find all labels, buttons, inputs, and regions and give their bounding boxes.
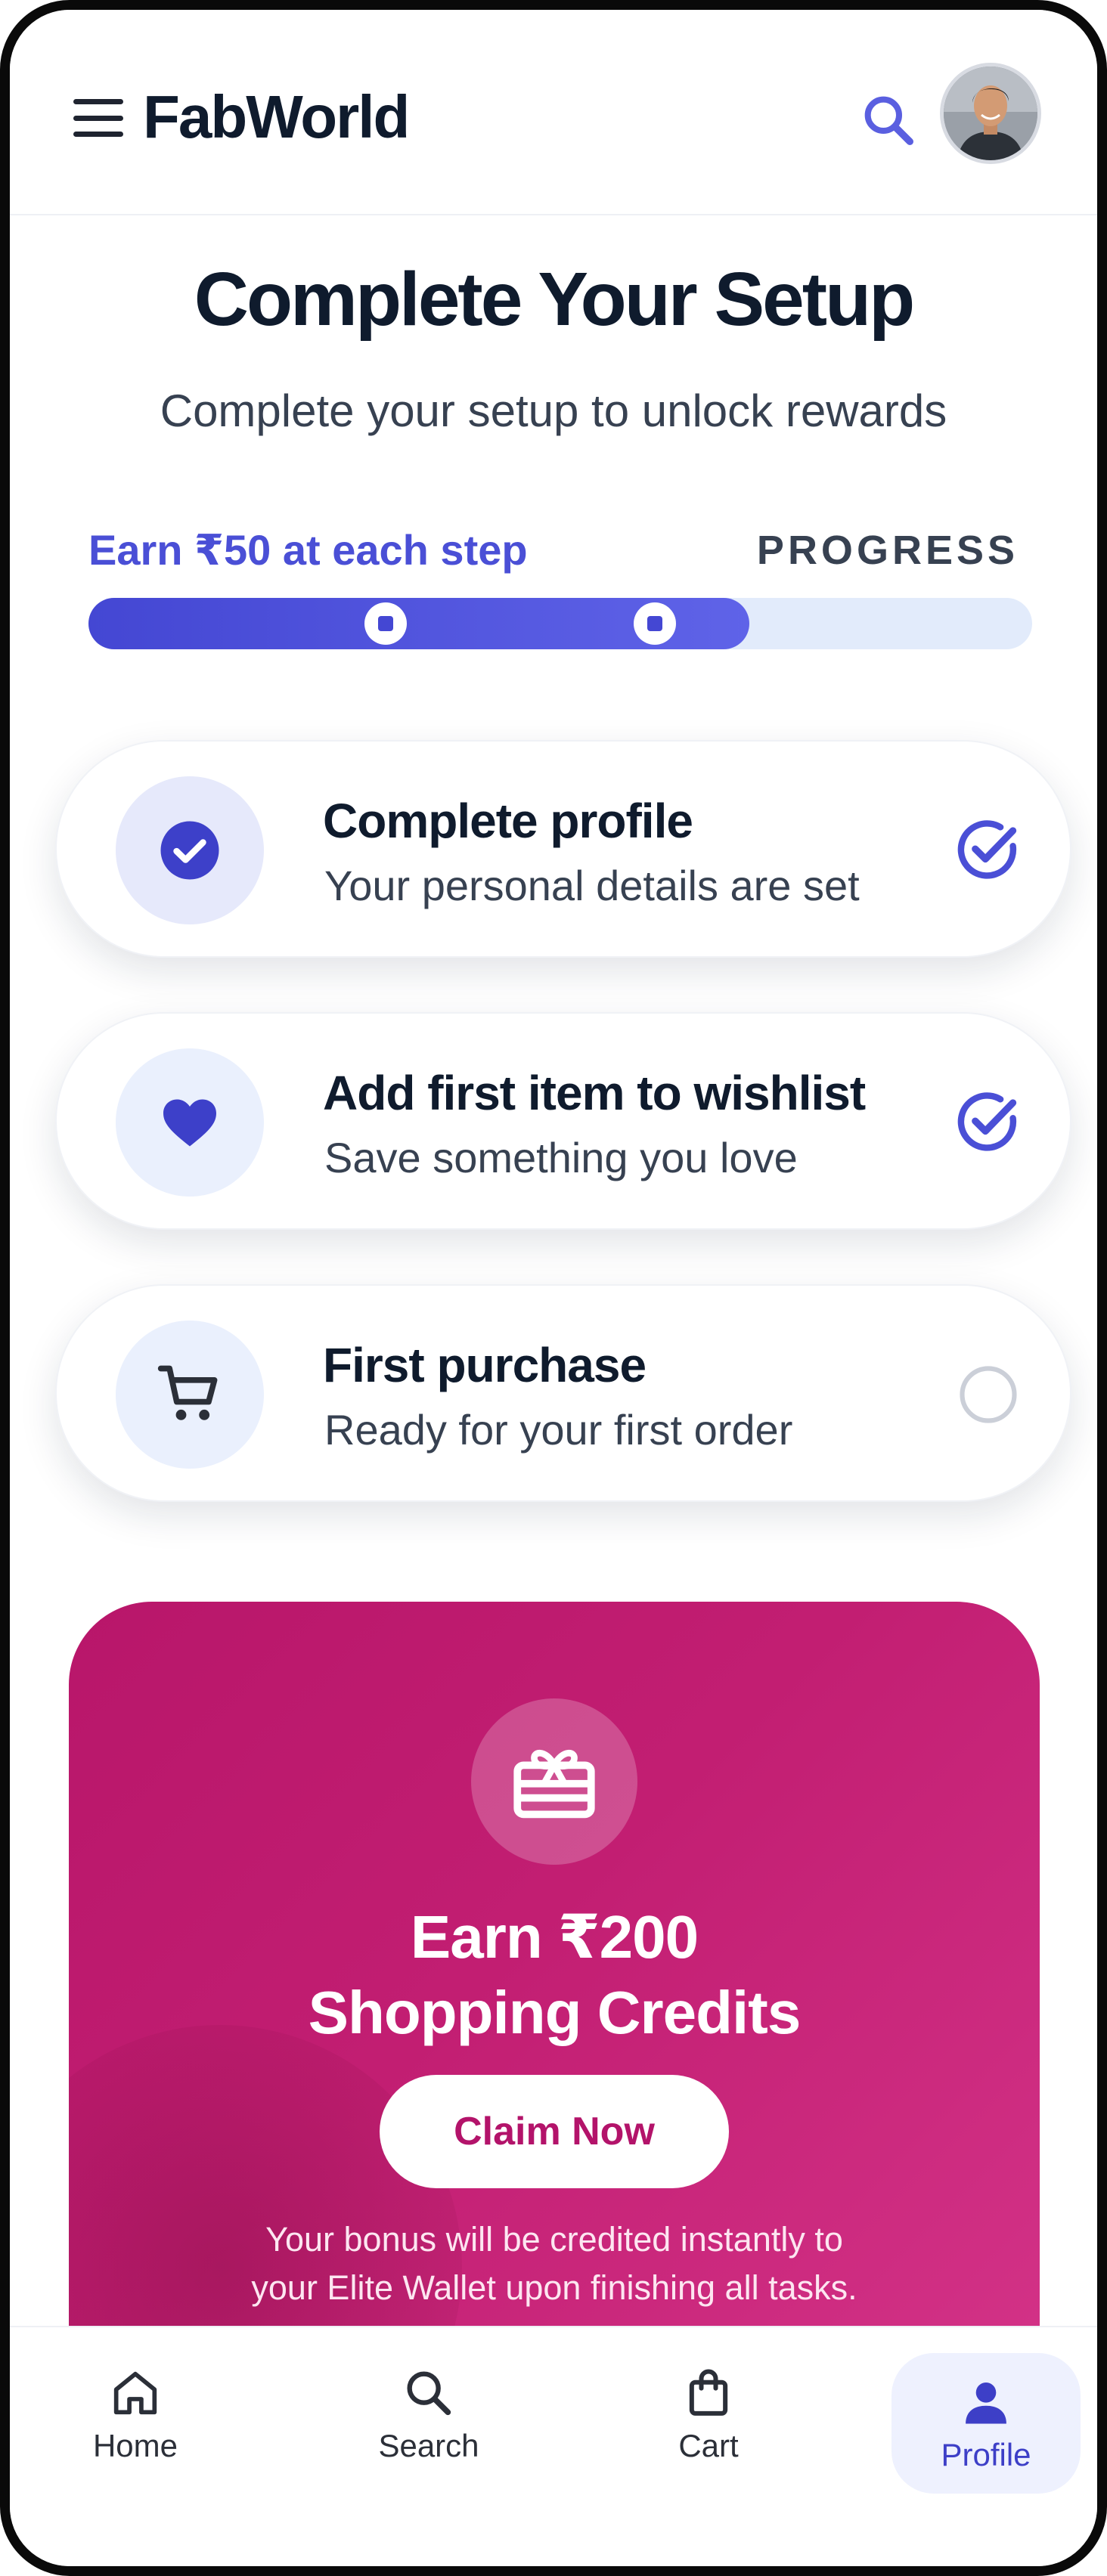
nav-profile[interactable]: Profile: [891, 2353, 1081, 2494]
page-title: Complete Your Setup: [194, 257, 916, 342]
top-app-bar: FabWorld: [10, 10, 1097, 215]
check-circle-icon: [116, 776, 264, 924]
task-card-first-purchase[interactable]: First purchase Ready for your first orde…: [55, 1284, 1071, 1502]
task-subtitle: Your personal details are set: [324, 862, 860, 909]
checked-circle-icon: [954, 1088, 1023, 1157]
nav-cart[interactable]: Cart: [625, 2327, 792, 2501]
task-card-complete-profile[interactable]: Complete profile Your personal details a…: [55, 740, 1071, 958]
nav-label: Profile: [941, 2437, 1031, 2472]
earn-per-step-label: Earn ₹50 at each step: [88, 526, 528, 574]
page-subtitle: Complete your setup to unlock rewards: [160, 385, 947, 436]
nav-home[interactable]: Home: [52, 2327, 219, 2501]
nav-label: Search: [378, 2428, 479, 2463]
progress-marker: [633, 602, 676, 645]
empty-circle-icon: [954, 1360, 1023, 1429]
cart-icon: [116, 1321, 264, 1469]
promo-title: Earn ₹200 Shopping Credits: [69, 1899, 1040, 2051]
brand-logo[interactable]: FabWorld: [143, 82, 410, 152]
task-title: Complete profile: [323, 794, 693, 848]
person-icon: [966, 2382, 1006, 2424]
menu-icon[interactable]: [73, 99, 123, 137]
progress-bar: [88, 598, 1032, 649]
promo-title-line: Shopping Credits: [308, 1979, 802, 2046]
search-icon[interactable]: [858, 90, 919, 150]
task-subtitle: Ready for your first order: [324, 1406, 793, 1454]
task-title: First purchase: [323, 1338, 647, 1392]
nav-label: Home: [92, 2428, 178, 2463]
promo-note-line: your Elite Wallet upon finishing all tas…: [251, 2268, 857, 2307]
user-avatar[interactable]: [940, 63, 1041, 164]
bottom-navigation: Home Search Cart Profile: [10, 2326, 1097, 2566]
task-title: Add first item to wishlist: [323, 1066, 866, 1120]
home-icon: [113, 2371, 157, 2415]
progress-label: PROGRESS: [756, 528, 1019, 573]
task-card-wishlist[interactable]: Add first item to wishlist Save somethin…: [55, 1012, 1071, 1230]
gift-card-icon: [471, 1698, 637, 1865]
shopping-bag-icon: [689, 2369, 728, 2416]
task-subtitle: Save something you love: [324, 1134, 798, 1181]
claim-now-button[interactable]: Claim Now: [380, 2075, 729, 2188]
promo-note: Your bonus will be credited instantly to…: [69, 2215, 1040, 2312]
progress-marker: [364, 602, 408, 645]
nav-search[interactable]: Search: [346, 2327, 512, 2501]
promo-title-line: Earn ₹200: [410, 1903, 699, 1971]
heart-icon: [116, 1048, 264, 1197]
checked-circle-icon: [954, 816, 1023, 885]
promo-note-line: Your bonus will be credited instantly to: [265, 2220, 843, 2259]
search-icon: [407, 2371, 451, 2416]
nav-label: Cart: [678, 2428, 739, 2463]
app-frame: FabWorld Complete Your Setup Complete yo…: [0, 0, 1107, 2576]
rewards-promo-card: Earn ₹200 Shopping Credits Claim Now You…: [69, 1602, 1040, 2373]
